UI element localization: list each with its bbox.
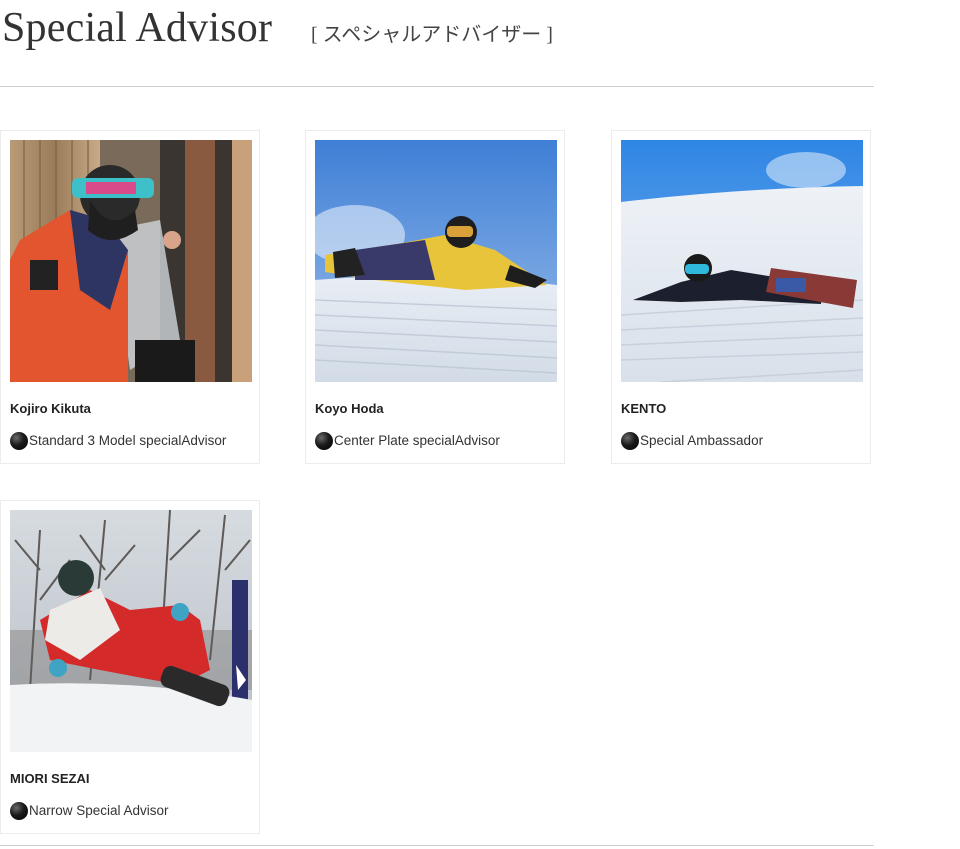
- page-subtitle: [ スペシャルアドバイザー ]: [311, 24, 553, 46]
- bullet-icon: [315, 432, 333, 450]
- advisor-role-text: Special Ambassador: [640, 433, 764, 448]
- advisor-photo[interactable]: [315, 140, 557, 382]
- advisor-name: Koyo Hoda: [315, 401, 384, 416]
- bullet-icon: [621, 432, 639, 450]
- advisor-name: Kojiro Kikuta: [10, 401, 91, 416]
- snowboarder-portrait-photo: [10, 140, 252, 382]
- bullet-icon: [10, 802, 28, 820]
- advisor-role-text: Standard 3 Model specialAdvisor: [29, 433, 227, 448]
- advisor-photo[interactable]: [10, 140, 252, 382]
- page-title: Special Advisor: [2, 5, 273, 51]
- advisor-card-kojiro-kikuta[interactable]: Kojiro Kikuta Standard 3 Model specialAd…: [0, 130, 260, 464]
- advisor-role-text: Narrow Special Advisor: [29, 803, 169, 818]
- bullet-icon: [10, 432, 28, 450]
- advisor-role: Standard 3 Model specialAdvisor: [10, 431, 226, 451]
- advisor-role: Center Plate specialAdvisor: [315, 431, 500, 451]
- advisor-role: Narrow Special Advisor: [10, 801, 169, 821]
- advisor-name: MIORI SEZAI: [10, 771, 90, 786]
- snowboarder-carving-photo: [315, 140, 557, 382]
- advisor-name: KENTO: [621, 401, 667, 416]
- advisor-card-koyo-hoda[interactable]: Koyo Hoda Center Plate specialAdvisor: [305, 130, 565, 464]
- advisor-card-kento[interactable]: KENTO Special Ambassador: [611, 130, 871, 464]
- advisor-card-miori-sezai[interactable]: MIORI SEZAI Narrow Special Advisor: [0, 500, 260, 834]
- advisor-role-text: Center Plate specialAdvisor: [334, 433, 500, 448]
- snowboarder-carving-photo: [621, 140, 863, 382]
- advisor-role: Special Ambassador: [621, 431, 763, 451]
- section-header: Special Advisor [ スペシャルアドバイザー ]: [0, 0, 874, 87]
- advisor-photo[interactable]: [621, 140, 863, 382]
- advisor-photo[interactable]: [10, 510, 252, 752]
- bottom-divider: [0, 845, 874, 846]
- snowboarder-racing-photo: [10, 510, 252, 752]
